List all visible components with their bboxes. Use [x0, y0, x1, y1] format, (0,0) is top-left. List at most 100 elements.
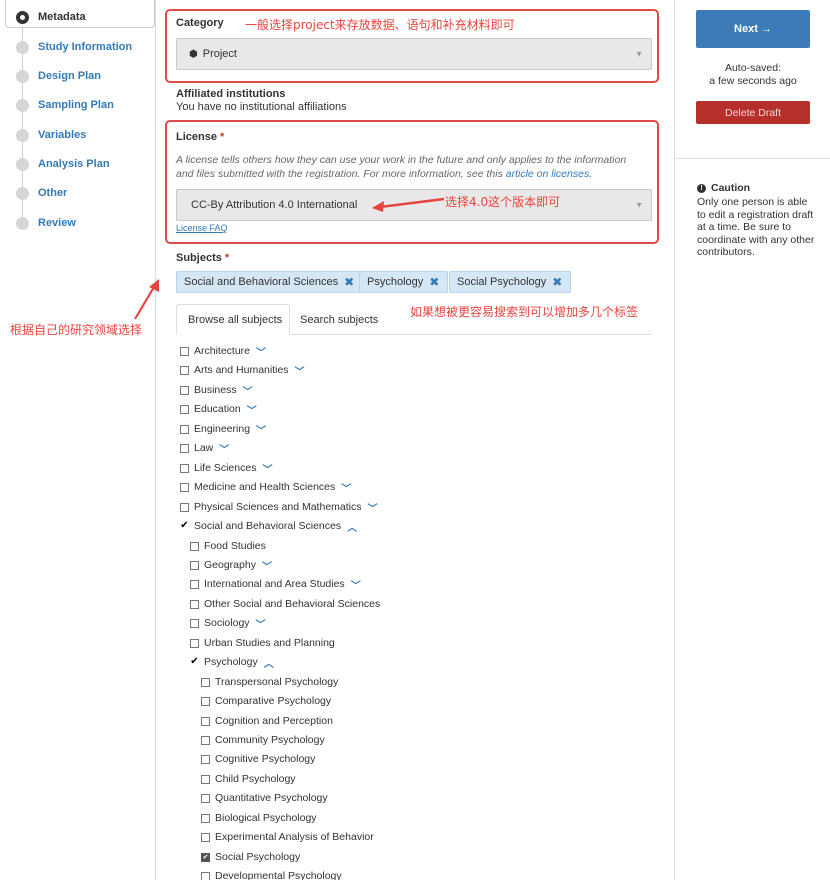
remove-tag-icon[interactable]: ✖ [429, 275, 439, 289]
chevron-down-icon[interactable]: ﹀ [256, 422, 266, 437]
nav-item-study-information[interactable]: Study Information [16, 38, 132, 56]
chevron-down-icon[interactable]: ﹀ [247, 402, 257, 417]
subject-tree-item[interactable]: Urban Studies and Planning [190, 635, 335, 651]
next-button[interactable]: Next → [696, 10, 810, 48]
subject-tree-item[interactable]: Business ﹀ [180, 382, 253, 398]
category-title: Category [176, 17, 224, 29]
subject-tree-item[interactable]: Cognitive Psychology [201, 751, 315, 767]
unchecked-checkbox[interactable] [180, 463, 189, 473]
unchecked-checkbox[interactable] [190, 560, 199, 570]
unchecked-checkbox[interactable] [180, 482, 189, 492]
chevron-up-icon[interactable]: ︿ [264, 655, 274, 670]
right-panel-divider [675, 158, 830, 159]
subject-tree-item[interactable]: Architecture ﹀ [180, 343, 266, 359]
nav-item-metadata[interactable]: Metadata [16, 8, 86, 26]
tab-search-subjects[interactable]: Search subjects [300, 304, 378, 335]
chevron-down-icon[interactable]: ﹀ [351, 577, 361, 592]
subject-tree-item[interactable]: ✔ Psychology ︿ [190, 654, 274, 670]
autosave-line2: a few seconds ago [709, 75, 797, 87]
subject-tree-item[interactable]: Engineering ﹀ [180, 421, 266, 437]
unchecked-checkbox[interactable] [201, 774, 210, 784]
subject-tree-item[interactable]: Experimental Analysis of Behavior [201, 829, 374, 845]
license-desc-line2: and files submitted with the registratio… [176, 168, 503, 180]
subject-tree-item[interactable]: Life Sciences ﹀ [180, 460, 272, 476]
unchecked-checkbox[interactable] [190, 638, 199, 648]
unchecked-checkbox[interactable] [180, 443, 189, 453]
nav-item-label: Design Plan [38, 70, 101, 82]
unchecked-checkbox[interactable] [201, 793, 210, 803]
subject-tree-item[interactable]: Community Psychology [201, 732, 325, 748]
subject-tree-item[interactable]: Transpersonal Psychology [201, 674, 338, 690]
subject-tree-label: Engineering [194, 423, 251, 435]
unchecked-checkbox[interactable] [201, 871, 210, 880]
subject-tree-label: Psychology [204, 656, 258, 668]
chevron-down-icon[interactable]: ﹀ [256, 344, 266, 359]
subject-tree-item[interactable]: Quantitative Psychology [201, 790, 328, 806]
unchecked-checkbox[interactable] [201, 677, 210, 687]
remove-tag-icon[interactable]: ✖ [552, 275, 562, 289]
subject-tree-item[interactable]: Cognition and Perception [201, 713, 333, 729]
unchecked-checkbox[interactable] [180, 424, 189, 434]
category-annotation-note: 一般选择project来存放数据、语句和补充材料即可 [245, 18, 515, 32]
subject-tree-item[interactable]: Food Studies [190, 538, 266, 554]
checkmark-icon[interactable]: ✔ [190, 657, 199, 667]
category-select[interactable]: ⬢ Project ▼ [176, 38, 652, 70]
step-dot-icon [16, 216, 29, 230]
nav-item-other[interactable]: Other [16, 184, 67, 202]
chevron-down-icon[interactable]: ﹀ [256, 616, 266, 631]
chevron-down-icon[interactable]: ﹀ [341, 480, 351, 495]
subject-tree-item[interactable]: Developmental Psychology [201, 868, 342, 880]
subject-tree-item[interactable]: ✔ Social and Behavioral Sciences ︿ [180, 518, 357, 534]
subject-tree-label: Medicine and Health Sciences [194, 481, 336, 493]
unchecked-checkbox[interactable] [201, 696, 210, 706]
unchecked-checkbox[interactable] [190, 618, 199, 628]
subject-tree-item[interactable]: Sociology ﹀ [190, 615, 266, 631]
unchecked-checkbox[interactable] [180, 365, 189, 375]
checkmark-icon[interactable]: ✔ [180, 521, 189, 531]
subject-tree-item[interactable]: Biological Psychology [201, 810, 317, 826]
chevron-down-icon[interactable]: ﹀ [243, 383, 253, 398]
chevron-down-icon[interactable]: ﹀ [295, 363, 305, 378]
remove-tag-icon[interactable]: ✖ [344, 275, 354, 289]
nav-item-sampling-plan[interactable]: Sampling Plan [16, 96, 114, 114]
subject-tree-item[interactable]: Other Social and Behavioral Sciences [190, 596, 380, 612]
unchecked-checkbox[interactable] [201, 832, 210, 842]
unchecked-checkbox[interactable] [180, 502, 189, 512]
nav-item-review[interactable]: Review [16, 214, 76, 232]
subject-tag-label: Social and Behavioral Sciences [184, 276, 339, 288]
nav-item-analysis-plan[interactable]: Analysis Plan [16, 155, 110, 173]
unchecked-checkbox[interactable] [201, 754, 210, 764]
unchecked-checkbox[interactable] [201, 813, 210, 823]
tab-browse-all-subjects[interactable]: Browse all subjects [176, 304, 290, 335]
unchecked-checkbox[interactable] [180, 346, 189, 356]
nav-item-variables[interactable]: Variables [16, 126, 86, 144]
nav-item-label: Sampling Plan [38, 99, 114, 111]
subject-tree-item[interactable]: Arts and Humanities ﹀ [180, 362, 305, 378]
unchecked-checkbox[interactable] [190, 579, 199, 589]
subject-tree-item[interactable]: Child Psychology [201, 771, 296, 787]
delete-draft-button[interactable]: Delete Draft [696, 101, 810, 124]
unchecked-checkbox[interactable] [201, 716, 210, 726]
unchecked-checkbox[interactable] [201, 735, 210, 745]
license-faq-link[interactable]: License FAQ [176, 223, 228, 233]
subject-tree-item[interactable]: ✔ Social Psychology [201, 849, 300, 865]
unchecked-checkbox[interactable] [180, 385, 189, 395]
subject-tree-item[interactable]: Medicine and Health Sciences ﹀ [180, 479, 351, 495]
subject-tree-item[interactable]: Comparative Psychology [201, 693, 331, 709]
subject-tree-item[interactable]: Geography ﹀ [190, 557, 272, 573]
subject-tree-item[interactable]: Law ﹀ [180, 440, 229, 456]
chevron-down-icon[interactable]: ﹀ [219, 441, 229, 456]
subject-tree-item[interactable]: Education ﹀ [180, 401, 257, 417]
nav-item-design-plan[interactable]: Design Plan [16, 67, 101, 85]
license-article-link[interactable]: article on licenses [506, 168, 589, 180]
chevron-down-icon[interactable]: ﹀ [262, 558, 272, 573]
unchecked-checkbox[interactable] [190, 541, 199, 551]
chevron-down-icon[interactable]: ﹀ [368, 500, 378, 515]
subject-tree-item[interactable]: Physical Sciences and Mathematics ﹀ [180, 499, 378, 515]
subject-tree-item[interactable]: International and Area Studies ﹀ [190, 576, 361, 592]
unchecked-checkbox[interactable] [180, 404, 189, 414]
chevron-up-icon[interactable]: ︿ [347, 519, 357, 534]
unchecked-checkbox[interactable] [190, 599, 199, 609]
chevron-down-icon[interactable]: ﹀ [262, 461, 272, 476]
checked-checkbox[interactable]: ✔ [201, 852, 210, 862]
